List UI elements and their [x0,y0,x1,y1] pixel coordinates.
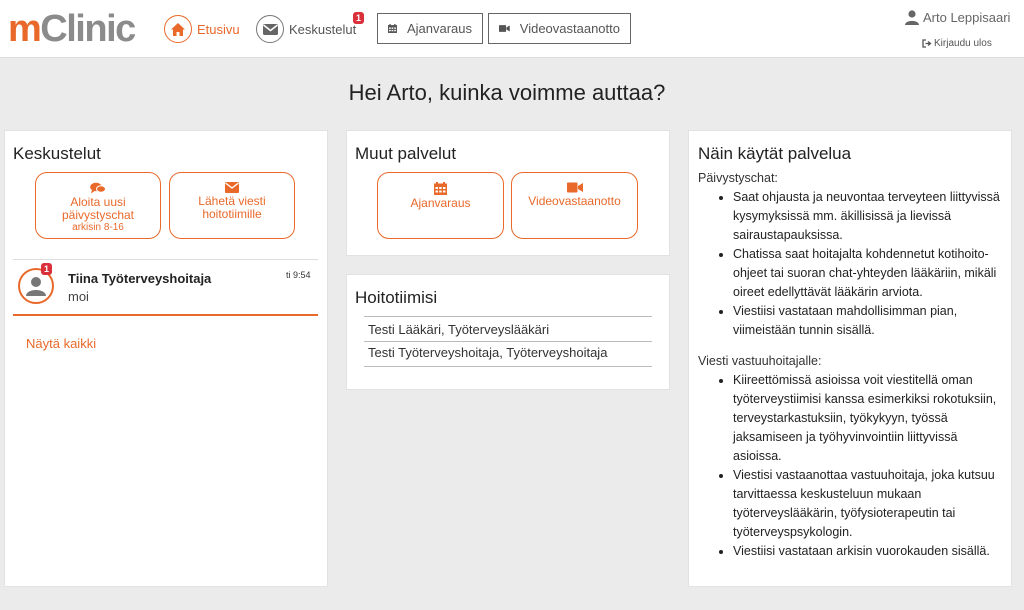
message-info-list: Kiireettömissä asioissa voit viestitellä… [718,371,1003,561]
nav-video-button[interactable]: Videovastaanotto [488,13,631,44]
nav-home-label: Etusivu [197,21,240,37]
envelope-icon [256,15,284,43]
conversation-underline [13,314,318,316]
user-name: Arto Leppisaari [923,10,1011,25]
start-chat-line2: päivystyschat [61,208,135,222]
calendar-icon [388,24,397,33]
list-item: Viestiisi vastataan mahdollisimman pian,… [733,302,1003,340]
booking-label: Ajanvaraus [410,196,471,210]
conversation-time: ti 9:54 [286,270,311,280]
nav-booking-label: Ajanvaraus [406,21,472,36]
nav-home[interactable]: Etusivu [164,15,240,43]
user-icon [26,277,46,296]
top-navigation-bar: mClinic Etusivu Keskustelut 1 Ajanvaraus… [0,0,1024,58]
video-camera-icon [499,25,510,32]
start-chat-button[interactable]: Aloita uusi päivystyschat arkisin 8-16 [35,172,161,239]
nav-conversations-label: Keskustelut [289,21,357,37]
list-item: Viestisi vastaanottaa vastuuhoitaja, jok… [733,466,1003,542]
divider [13,259,318,260]
video-label: Videovastaanotto [528,194,621,208]
divider [364,366,652,367]
section-title: Päivystyschat: [698,171,778,185]
video-button[interactable]: Videovastaanotto [511,172,638,239]
show-all-link[interactable]: Näytä kaikki [26,336,96,351]
logout-label: Kirjaudu ulos [934,38,992,49]
sign-out-icon [922,39,932,48]
comments-icon [90,182,106,194]
care-team-member: Testi Työterveyshoitaja, Työterveyshoita… [368,345,608,360]
section-title: Viesti vastuuhoitajalle: [698,354,822,368]
care-team-title: Hoitotiimisi [355,288,438,307]
mclinic-logo[interactable]: mClinic [8,8,136,50]
chat-info-list: Saat ohjausta ja neuvontaa terveyteen li… [718,188,1003,340]
nav-booking-button[interactable]: Ajanvaraus [377,13,483,44]
nav-video-label: Videovastaanotto [519,21,620,36]
how-to-title: Näin käytät palvelua [698,144,852,163]
conversations-title: Keskustelut [13,144,101,163]
page-greeting: Hei Arto, kuinka voimme auttaa? [348,80,666,105]
video-camera-icon [566,182,583,193]
home-icon [164,15,192,43]
send-message-line2: hoitotiimille [202,207,262,221]
divider [364,341,652,342]
send-message-button[interactable]: Lähetä viesti hoitotiimille [169,172,295,239]
calendar-icon [434,182,447,195]
booking-button[interactable]: Ajanvaraus [377,172,504,239]
unread-badge: 1 [353,12,365,24]
nav-conversations[interactable]: Keskustelut 1 [256,12,365,43]
conversation-last-message: moi [68,289,89,304]
list-item: Saat ohjausta ja neuvontaa terveyteen li… [733,188,1003,245]
divider [364,316,652,317]
user-menu[interactable]: Arto Leppisaari [905,10,1010,25]
list-item: Viestiisi vastataan arkisin vuorokauden … [733,542,1003,561]
care-team-member: Testi Lääkäri, Työterveyslääkäri [368,322,550,337]
conversation-name: Tiina Työterveyshoitaja [68,271,212,286]
unread-badge: 1 [41,263,53,275]
logout-link[interactable]: Kirjaudu ulos [922,38,992,49]
list-item: Kiireettömissä asioissa voit viestitellä… [733,371,1003,466]
other-services-title: Muut palvelut [355,144,457,163]
list-item: Chatissa saat hoitajalta kohdennetut kot… [733,245,1003,302]
start-chat-hours: arkisin 8-16 [72,222,124,233]
envelope-icon [225,182,239,193]
user-icon [905,10,919,25]
